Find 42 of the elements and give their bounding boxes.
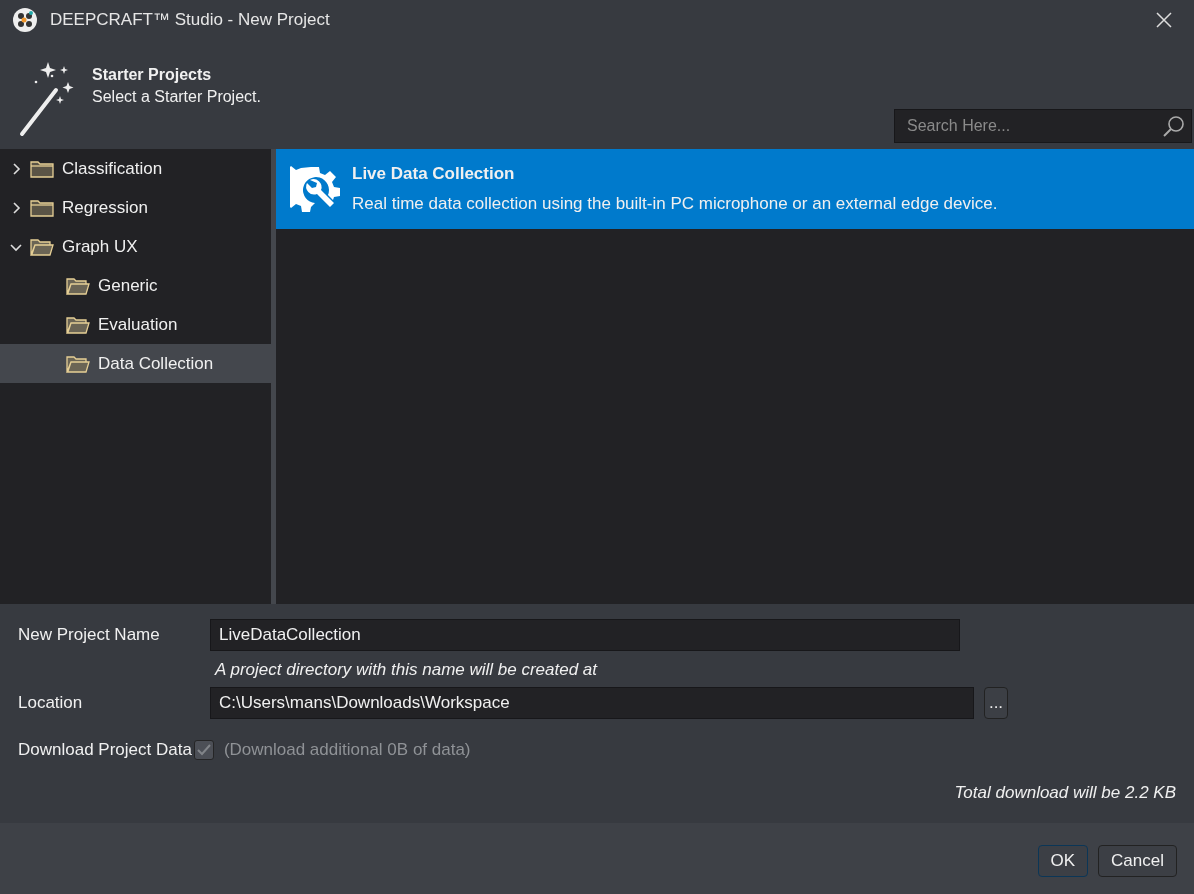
gear-wrench-icon — [290, 164, 340, 214]
tree-item-label: Data Collection — [98, 353, 214, 374]
project-title: Live Data Collection — [352, 164, 516, 184]
ok-button[interactable]: OK — [1037, 845, 1089, 877]
search-field[interactable]: Search Here... — [894, 109, 1192, 143]
download-note: (Download additional 0B of data) — [223, 740, 471, 760]
chevron-right-icon[interactable] — [10, 162, 22, 175]
chevron-right-icon[interactable] — [10, 201, 22, 214]
tree-item[interactable]: Evaluation — [0, 305, 271, 344]
tree-item[interactable]: Generic — [0, 266, 271, 305]
header-title: Starter Projects — [92, 66, 213, 84]
open-folder-icon — [66, 314, 90, 335]
project-description: Real time data collection using the built-in PC microphone or an external edge device. — [352, 194, 998, 214]
open-folder-icon — [66, 353, 90, 374]
open-folder-icon — [66, 275, 90, 296]
folder-icon — [30, 158, 54, 179]
total-download-text: Total download will be 2.2 KB — [953, 783, 1176, 803]
browse-button[interactable]: ... — [984, 687, 1008, 719]
field-label: New Project Name — [18, 625, 161, 645]
field-label: Location — [18, 693, 84, 713]
open-folder-icon — [30, 236, 54, 257]
hint-text: A project directory with this name will be created at — [215, 660, 599, 678]
tree-item-label: Graph UX — [62, 236, 138, 257]
close-icon[interactable] — [1156, 12, 1172, 28]
tree-item-label: Generic — [98, 275, 158, 296]
search-icon[interactable] — [1162, 114, 1186, 138]
location-field[interactable]: C:\Users\mans\Downloads\Workspace — [210, 687, 974, 719]
tree-item-label: Regression — [62, 197, 148, 218]
field-label: Download Project Data — [18, 740, 192, 760]
project-item[interactable]: Live Data Collection Real time data collection using the built-in PC microphone or an external edge device. — [276, 149, 1194, 229]
tree-item[interactable]: Regression — [0, 188, 271, 227]
header-subtitle: Select a Starter Project. — [92, 88, 261, 106]
tree-item-label: Classification — [62, 158, 163, 179]
tree-item[interactable]: Data Collection — [0, 344, 271, 383]
app-logo-icon — [12, 7, 38, 33]
cancel-button[interactable]: Cancel — [1098, 845, 1177, 877]
tree-item[interactable]: Classification — [0, 149, 271, 188]
window-title: DEEPCRAFT™ Studio - New Project — [50, 10, 331, 30]
tree-item[interactable]: Graph UX — [0, 227, 271, 266]
folder-icon — [30, 197, 54, 218]
project-name-field[interactable]: LiveDataCollection — [210, 619, 960, 651]
tree-item-label: Evaluation — [98, 314, 178, 335]
